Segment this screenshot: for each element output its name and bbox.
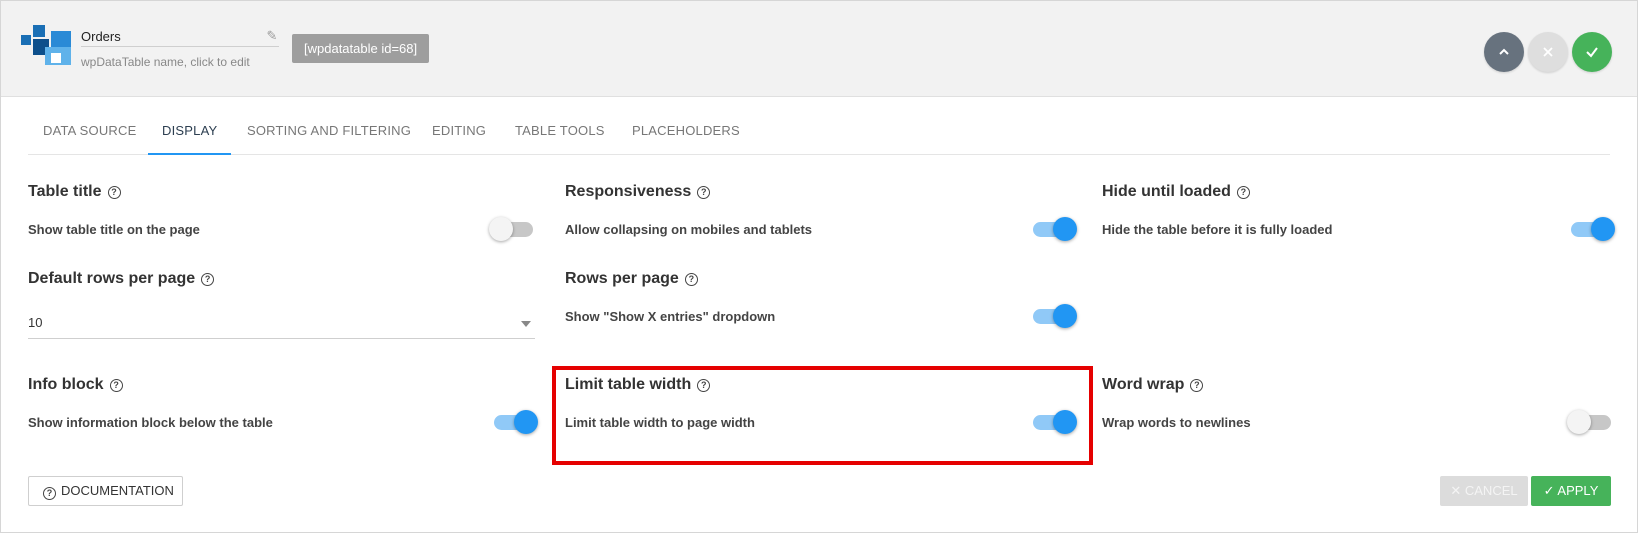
table-name-editor[interactable]: Orders ✎ wpDataTable name, click to edit [81, 27, 279, 69]
help-icon[interactable]: ? [109, 379, 123, 392]
word-wrap-heading: Word wrap? [1102, 375, 1204, 395]
tab-placeholders[interactable]: PLACEHOLDERS [632, 114, 740, 155]
tab-sorting-and-filtering[interactable]: SORTING AND FILTERING [247, 114, 411, 155]
help-icon[interactable]: ? [1190, 379, 1204, 392]
highlight-box [552, 366, 1093, 465]
documentation-label: DOCUMENTATION [61, 483, 174, 498]
info-block-desc: Show information block below the table [28, 415, 273, 430]
pencil-icon[interactable]: ✎ [265, 29, 279, 43]
apply-button[interactable]: ✓ APPLY [1531, 476, 1611, 506]
default-rows-select[interactable]: 10 [28, 310, 535, 339]
shortcode-badge[interactable]: [wpdatatable id=68] [292, 34, 430, 63]
table-title-desc: Show table title on the page [28, 222, 200, 237]
word-wrap-toggle[interactable] [1567, 410, 1613, 434]
tab-data-source[interactable]: DATA SOURCE [43, 114, 136, 155]
responsiveness-toggle[interactable] [1031, 217, 1077, 241]
table-name-input[interactable]: Orders [81, 27, 279, 47]
responsiveness-heading: Responsiveness? [565, 182, 711, 202]
help-icon[interactable]: ? [684, 273, 698, 286]
tab-table-tools[interactable]: TABLE TOOLS [515, 114, 605, 155]
close-icon: ✕ [1450, 483, 1465, 498]
cancel-label: CANCEL [1464, 483, 1518, 498]
rows-per-page-heading: Rows per page? [565, 269, 698, 289]
info-block-toggle[interactable] [492, 410, 538, 434]
hide-until-loaded-heading: Hide until loaded? [1102, 182, 1250, 202]
check-icon: ✓ [1543, 483, 1558, 498]
save-button[interactable] [1572, 32, 1612, 72]
help-icon[interactable]: ? [697, 186, 711, 199]
default-rows-heading: Default rows per page? [28, 269, 215, 289]
cancel-button[interactable]: ✕ CANCEL [1440, 476, 1528, 506]
chevron-up-icon [1499, 48, 1509, 55]
help-icon[interactable]: ? [107, 186, 121, 199]
close-button[interactable] [1528, 32, 1568, 72]
hide-until-loaded-toggle[interactable] [1569, 217, 1615, 241]
rows-per-page-desc: Show "Show X entries" dropdown [565, 309, 776, 324]
wpdatatables-logo [21, 25, 71, 65]
check-icon [1586, 47, 1598, 58]
documentation-button[interactable]: ? DOCUMENTATION [28, 476, 183, 506]
tab-display[interactable]: DISPLAY [148, 114, 232, 155]
responsiveness-label: Responsiveness [565, 183, 692, 200]
table-title-heading: Table title? [28, 182, 121, 202]
word-wrap-label: Word wrap [1102, 376, 1185, 393]
default-rows-label: Default rows per page [28, 270, 196, 287]
help-icon: ? [43, 487, 56, 500]
help-icon[interactable]: ? [1236, 186, 1250, 199]
caret-down-icon [521, 321, 531, 327]
hide-until-loaded-desc: Hide the table before it is fully loaded [1102, 222, 1333, 237]
help-icon[interactable]: ? [201, 273, 215, 286]
apply-label: APPLY [1557, 483, 1599, 498]
responsiveness-desc: Allow collapsing on mobiles and tablets [565, 222, 813, 237]
table-header: Orders ✎ wpDataTable name, click to edit… [1, 1, 1637, 97]
table-title-label: Table title [28, 183, 102, 200]
info-block-label: Info block [28, 376, 104, 393]
hide-until-loaded-label: Hide until loaded [1102, 183, 1231, 200]
table-title-toggle[interactable] [489, 217, 535, 241]
settings-tabs: DATA SOURCE DISPLAY SORTING AND FILTERIN… [28, 114, 1610, 155]
word-wrap-desc: Wrap words to newlines [1102, 415, 1251, 430]
rows-per-page-toggle[interactable] [1031, 304, 1077, 328]
default-rows-value: 10 [28, 315, 43, 330]
table-name-hint: wpDataTable name, click to edit [81, 55, 250, 69]
rows-per-page-label: Rows per page [565, 270, 679, 287]
tab-editing[interactable]: EDITING [432, 114, 486, 155]
close-icon [1543, 47, 1553, 57]
info-block-heading: Info block? [28, 375, 123, 395]
collapse-button[interactable] [1484, 32, 1524, 72]
